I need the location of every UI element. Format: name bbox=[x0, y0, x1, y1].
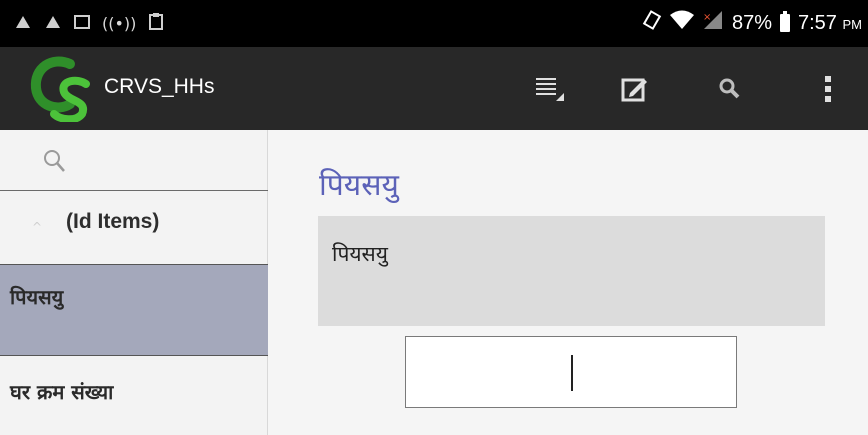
list-icon[interactable] bbox=[530, 69, 570, 109]
hotspot-icon: ((•)) bbox=[102, 14, 137, 33]
battery-percent: 87% bbox=[731, 11, 772, 34]
sidebar-item-label: पियसयु bbox=[10, 285, 64, 309]
app-title: CRVS_HHs bbox=[104, 75, 215, 98]
chevron-up-icon: ^ bbox=[32, 220, 43, 234]
question-text-box: पियसयु bbox=[318, 216, 825, 326]
question-panel: पियसयु पियसयु bbox=[269, 130, 868, 435]
svg-text:×: × bbox=[703, 12, 711, 23]
sidebar-group-id-items[interactable]: ^ (Id Items) bbox=[0, 192, 268, 264]
clock: 7:57 PM bbox=[798, 11, 862, 34]
app-logo bbox=[30, 54, 96, 124]
clipboard-icon bbox=[148, 12, 164, 36]
action-bar: CRVS_HHs bbox=[0, 47, 868, 130]
system-icons: × 87% 7:57 PM bbox=[642, 10, 862, 36]
image-icon bbox=[74, 13, 90, 35]
status-bar: ((•)) × 87% 7:57 PM bbox=[0, 0, 868, 47]
edit-icon[interactable] bbox=[614, 69, 654, 109]
battery-icon bbox=[780, 11, 790, 32]
upload-icon bbox=[14, 12, 32, 36]
search-icon[interactable] bbox=[710, 69, 750, 109]
question-text: पियसयु bbox=[332, 242, 388, 266]
search-icon[interactable] bbox=[42, 148, 66, 174]
sidebar-search[interactable] bbox=[0, 130, 268, 191]
sidebar-item-house-serial-number[interactable]: घर क्रम संख्या bbox=[0, 356, 268, 435]
sidebar-item-label: घर क्रम संख्या bbox=[10, 380, 114, 404]
overflow-menu-icon[interactable] bbox=[808, 69, 848, 109]
notification-icons: ((•)) bbox=[14, 12, 164, 36]
sidebar: ^ (Id Items) पियसयु घर क्रम संख्या bbox=[0, 130, 268, 435]
signal-icon: × bbox=[702, 10, 724, 36]
text-cursor bbox=[571, 355, 573, 391]
sidebar-item-piyasayu[interactable]: पियसयु bbox=[0, 264, 268, 356]
upload-icon bbox=[44, 12, 62, 36]
answer-input[interactable] bbox=[405, 336, 737, 408]
question-title: पियसयु bbox=[319, 168, 399, 203]
rotation-icon bbox=[642, 10, 662, 36]
sidebar-group-label: (Id Items) bbox=[66, 210, 160, 233]
wifi-icon bbox=[669, 10, 694, 36]
